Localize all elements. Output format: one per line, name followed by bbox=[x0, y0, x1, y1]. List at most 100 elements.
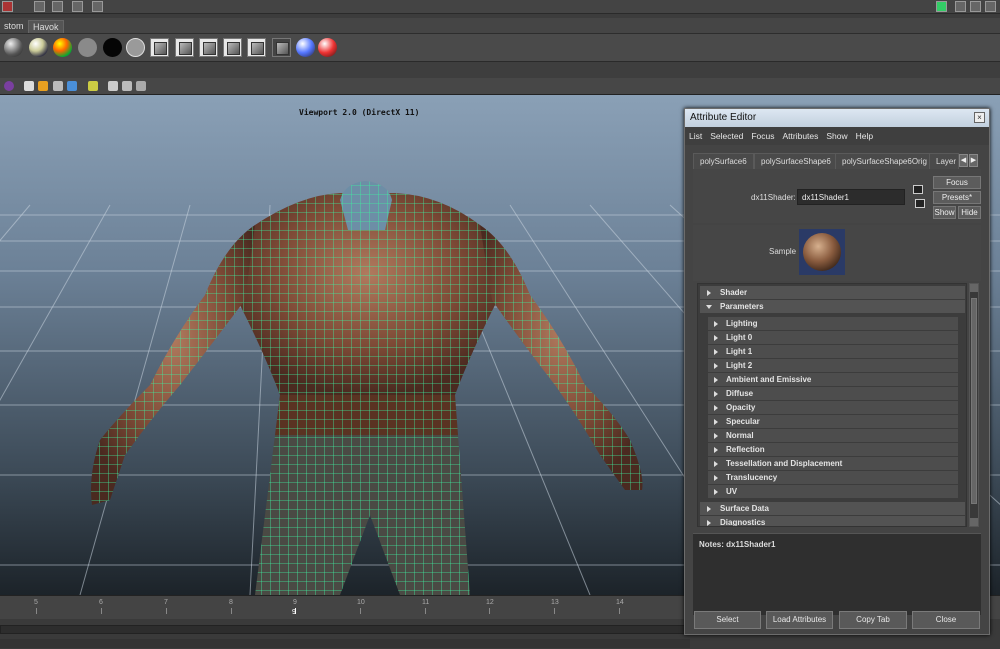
menu-list[interactable]: List bbox=[685, 127, 706, 145]
notes-area[interactable]: Notes: dx11Shader1 bbox=[693, 533, 981, 615]
tick-mark bbox=[36, 608, 37, 614]
render-button-4[interactable] bbox=[223, 38, 242, 57]
param-label: Lighting bbox=[726, 319, 758, 328]
shading-icon[interactable] bbox=[67, 81, 77, 91]
sphere-material-icon[interactable] bbox=[4, 38, 23, 57]
speaker-icon[interactable] bbox=[53, 81, 63, 91]
render-button-2[interactable] bbox=[175, 38, 194, 57]
menu-selected[interactable]: Selected bbox=[706, 127, 747, 145]
menu-bar: List Selected Focus Attributes Show Help bbox=[685, 127, 989, 145]
close-button[interactable]: Close bbox=[912, 611, 980, 629]
param-lighting[interactable]: Lighting bbox=[708, 317, 958, 330]
select-button[interactable]: Select bbox=[694, 611, 761, 629]
window-title-text: Attribute Editor bbox=[690, 112, 757, 123]
grid-icon[interactable] bbox=[72, 1, 83, 12]
render-button-6[interactable] bbox=[272, 38, 291, 57]
copy-tab-button[interactable]: Copy Tab bbox=[839, 611, 907, 629]
panel-icon[interactable] bbox=[955, 1, 966, 12]
shader-name-input[interactable]: dx11Shader1 bbox=[797, 189, 905, 205]
param-specular[interactable]: Specular bbox=[708, 415, 958, 428]
attribute-scrollbar[interactable] bbox=[969, 283, 979, 527]
param-ambient-emissive[interactable]: Ambient and Emissive bbox=[708, 373, 958, 386]
section-parameters[interactable]: Parameters bbox=[700, 300, 965, 313]
ramp-material-icon[interactable] bbox=[53, 38, 72, 57]
load-attributes-button[interactable]: Load Attributes bbox=[766, 611, 833, 629]
material-sample-swatch[interactable] bbox=[799, 229, 845, 275]
tab-scroll-left-icon[interactable]: ◀ bbox=[959, 154, 968, 167]
paint-icon[interactable] bbox=[318, 38, 337, 57]
shelf-tab-havok[interactable]: Havok bbox=[28, 20, 64, 33]
param-translucency[interactable]: Translucency bbox=[708, 471, 958, 484]
param-diffuse[interactable]: Diffuse bbox=[708, 387, 958, 400]
close-icon[interactable]: × bbox=[974, 112, 985, 123]
param-label: Normal bbox=[726, 431, 754, 440]
panel-icon-3[interactable] bbox=[985, 1, 996, 12]
param-reflection[interactable]: Reflection bbox=[708, 443, 958, 456]
light-icon[interactable] bbox=[38, 81, 48, 91]
app-icon[interactable] bbox=[2, 1, 13, 12]
shelf-tab-custom[interactable]: stom bbox=[0, 20, 28, 33]
section-shader[interactable]: Shader bbox=[700, 286, 965, 299]
save-icon[interactable] bbox=[52, 1, 63, 12]
node-tabs: polySurface6 polySurfaceShape6 polySurfa… bbox=[693, 153, 981, 169]
menu-help[interactable]: Help bbox=[852, 127, 877, 145]
grid-icon-2[interactable] bbox=[92, 1, 103, 12]
section-surface-data[interactable]: Surface Data bbox=[700, 502, 965, 515]
command-line[interactable] bbox=[0, 639, 690, 648]
tab-polysurfaceshape6[interactable]: polySurfaceShape6 bbox=[754, 153, 838, 169]
xray-icon[interactable] bbox=[136, 81, 146, 91]
hide-button[interactable]: Hide bbox=[958, 206, 981, 219]
blinn-material-icon[interactable] bbox=[29, 38, 48, 57]
focus-button[interactable]: Focus bbox=[933, 176, 981, 189]
render-button-3[interactable] bbox=[199, 38, 218, 57]
camera-icon[interactable] bbox=[24, 81, 34, 91]
select-camera-icon[interactable] bbox=[4, 81, 14, 91]
tab-polysurfaceshape6orig[interactable]: polySurfaceShape6Orig bbox=[835, 153, 934, 169]
presets-button[interactable]: Presets* bbox=[933, 191, 981, 204]
lambert-material-icon[interactable] bbox=[126, 38, 145, 57]
scroll-thumb[interactable] bbox=[971, 298, 977, 504]
hypershade-icon[interactable] bbox=[296, 38, 315, 57]
tab-scroll-right-icon[interactable]: ▶ bbox=[969, 154, 978, 167]
section-diagnostics[interactable]: Diagnostics bbox=[700, 516, 965, 526]
grey-material-icon[interactable] bbox=[78, 38, 97, 57]
isolate-icon[interactable] bbox=[88, 81, 98, 91]
param-normal[interactable]: Normal bbox=[708, 429, 958, 442]
shader-node-row: dx11Shader: dx11Shader1 Focus Presets* S… bbox=[693, 169, 981, 223]
window-title[interactable]: Attribute Editor × bbox=[685, 109, 989, 127]
tab-layer[interactable]: Layer bbox=[929, 153, 959, 169]
grid-toggle-icon[interactable] bbox=[122, 81, 132, 91]
param-label: Light 0 bbox=[726, 333, 753, 342]
param-light-1[interactable]: Light 1 bbox=[708, 345, 958, 358]
output-connection-icon[interactable] bbox=[915, 199, 925, 208]
black-material-icon[interactable] bbox=[103, 38, 122, 57]
panel-icon-2[interactable] bbox=[970, 1, 981, 12]
cube-icon[interactable] bbox=[108, 81, 118, 91]
render-button-5[interactable] bbox=[247, 38, 266, 57]
scroll-down-icon[interactable] bbox=[970, 518, 978, 526]
param-label: Ambient and Emissive bbox=[726, 375, 812, 384]
menu-focus[interactable]: Focus bbox=[747, 127, 778, 145]
tick-label: 12 bbox=[486, 599, 494, 606]
menu-show[interactable]: Show bbox=[822, 127, 851, 145]
scroll-up-icon[interactable] bbox=[970, 284, 978, 292]
param-uv[interactable]: UV bbox=[708, 485, 958, 498]
render-button-1[interactable] bbox=[150, 38, 169, 57]
menu-attributes[interactable]: Attributes bbox=[778, 127, 822, 145]
param-light-0[interactable]: Light 0 bbox=[708, 331, 958, 344]
file-icon[interactable] bbox=[34, 1, 45, 12]
input-connection-icon[interactable] bbox=[913, 185, 923, 194]
show-button[interactable]: Show bbox=[933, 206, 956, 219]
param-tessellation[interactable]: Tessellation and Displacement bbox=[708, 457, 958, 470]
expand-icon bbox=[714, 377, 718, 383]
viewport-renderer-label: Viewport 2.0 (DirectX 11) bbox=[299, 108, 420, 117]
param-label: Light 2 bbox=[726, 361, 753, 370]
range-bar[interactable] bbox=[0, 625, 690, 634]
attribute-editor-window: Attribute Editor × List Selected Focus Attr… bbox=[684, 108, 990, 635]
layout-icon[interactable] bbox=[936, 1, 947, 12]
tab-polysurface6[interactable]: polySurface6 bbox=[693, 153, 754, 169]
param-label: Diffuse bbox=[726, 389, 754, 398]
param-light-2[interactable]: Light 2 bbox=[708, 359, 958, 372]
tick-label: 14 bbox=[616, 599, 624, 606]
param-opacity[interactable]: Opacity bbox=[708, 401, 958, 414]
